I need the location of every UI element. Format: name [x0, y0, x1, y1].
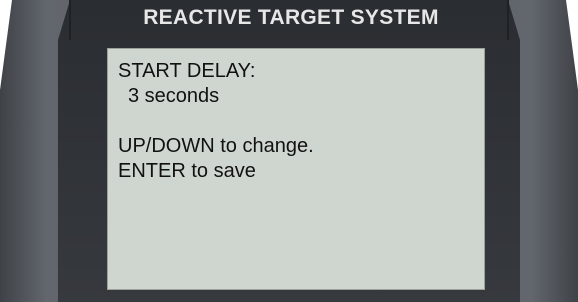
device-title: REACTIVE TARGET SYSTEM — [143, 6, 439, 29]
device-stage: REACTIVE TARGET SYSTEM START DELAY: 3 se… — [0, 0, 578, 302]
setting-heading: START DELAY: — [118, 60, 256, 82]
setting-value: 3 seconds — [128, 85, 220, 107]
instruction-save: ENTER to save — [118, 160, 256, 182]
lcd-screen: START DELAY: 3 seconds UP/DOWN to change… — [107, 48, 485, 290]
instruction-change: UP/DOWN to change. — [118, 135, 314, 157]
